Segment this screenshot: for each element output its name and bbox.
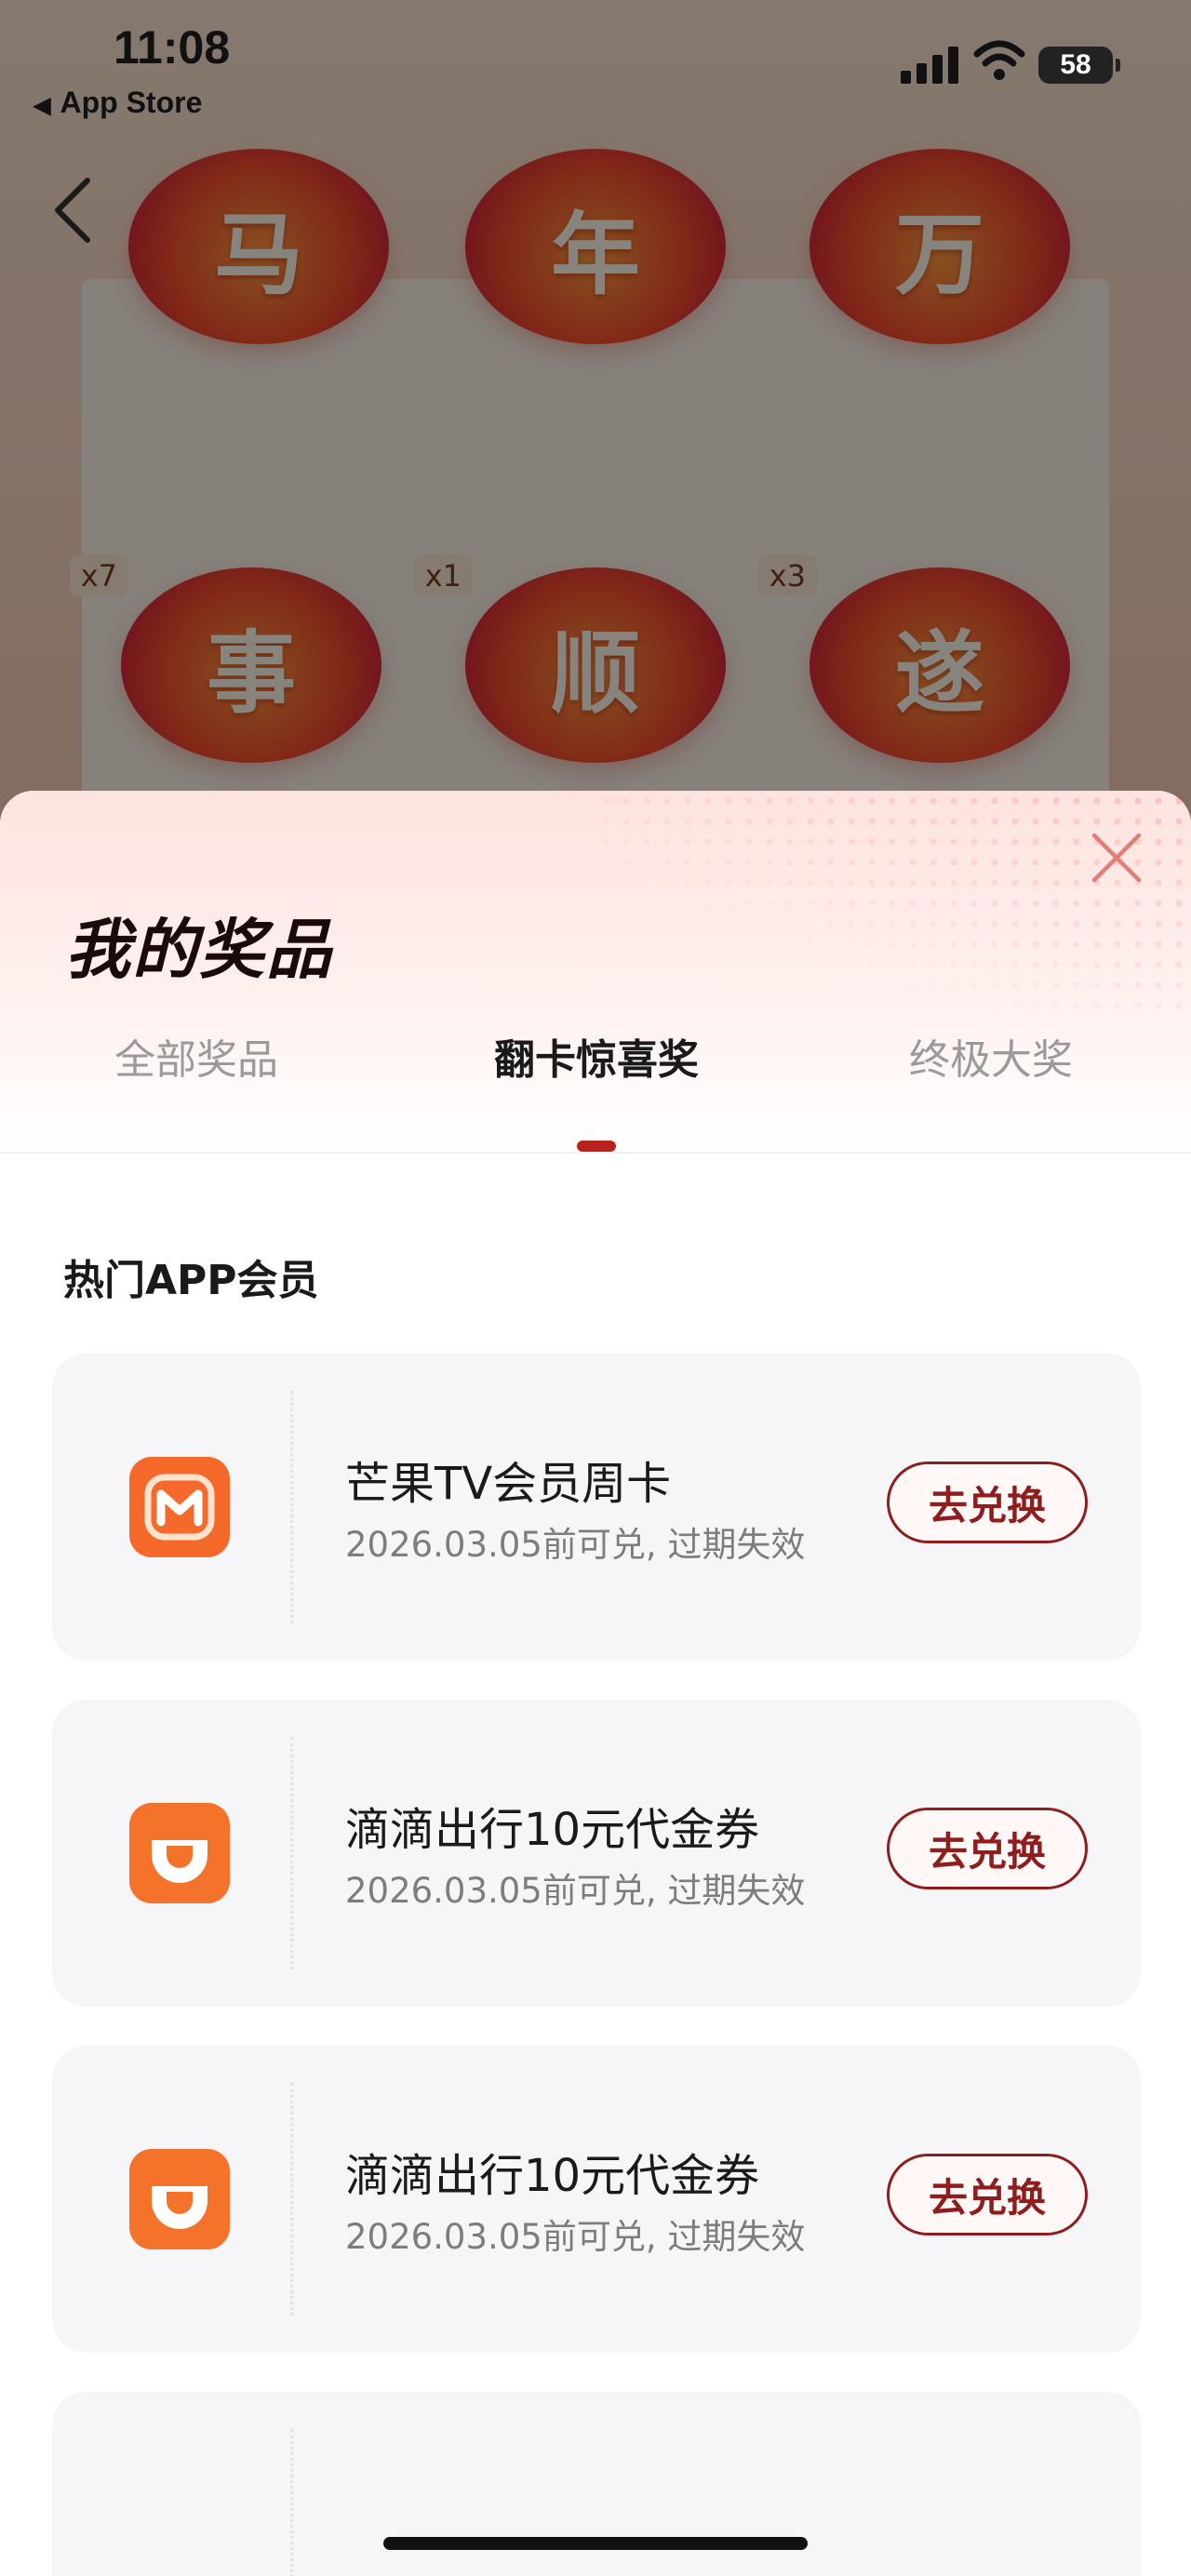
- didi-icon: [129, 1803, 230, 1903]
- prize-expiry: 2026.03.05前可兑, 过期失效: [345, 2217, 806, 2257]
- status-time: 11:08: [114, 21, 231, 73]
- prize-name: 滴滴出行10元代金券: [345, 1804, 760, 1856]
- redeem-button[interactable]: 去兑换: [887, 1808, 1088, 1889]
- prize-name: 滴滴出行10元代金券: [345, 2150, 760, 2202]
- active-tab-indicator: [577, 1141, 616, 1152]
- prize-card: 滴滴出行10元代金券 2026.03.05前可兑, 过期失效 去兑换: [52, 2046, 1141, 2353]
- prize-card: 滴滴出行10元代金券 2026.03.05前可兑, 过期失效 去兑换: [52, 1700, 1141, 2007]
- dotted-divider: [290, 1737, 293, 1969]
- wifi-icon: [973, 40, 1025, 80]
- home-indicator[interactable]: [383, 2537, 808, 2550]
- sheet-title: 我的奖品: [65, 912, 333, 988]
- mango-tv-icon: [129, 1457, 230, 1557]
- back-app-label: App Store: [60, 86, 203, 119]
- back-to-app-link[interactable]: ◀ App Store: [33, 86, 202, 120]
- status-bar: 11:08 ◀ App Store 58: [0, 0, 1191, 140]
- tab-flip-surprise[interactable]: 翻卡惊喜奖: [443, 1009, 750, 1102]
- prize-card: 芒果TV会员周卡 2026.03.05前可兑, 过期失效 去兑换: [52, 1354, 1141, 1661]
- back-arrow-icon[interactable]: [47, 175, 102, 246]
- dotted-divider: [290, 2429, 293, 2576]
- prize-expiry: 2026.03.05前可兑, 过期失效: [345, 1871, 806, 1911]
- dotted-divider: [290, 2083, 293, 2316]
- section-title: 热门APP会员: [63, 1257, 319, 1304]
- redeem-button[interactable]: 去兑换: [887, 1462, 1088, 1543]
- decorative-dot-pattern: [596, 791, 1191, 1014]
- prize-tabs: 全部奖品 翻卡惊喜奖 终极大奖: [0, 1009, 1191, 1121]
- close-icon[interactable]: [1087, 828, 1146, 888]
- dotted-divider: [290, 1391, 293, 1623]
- prize-name: 芒果TV会员周卡: [345, 1458, 672, 1510]
- tab-grand-prize[interactable]: 终极大奖: [837, 1009, 1144, 1102]
- redeem-button[interactable]: 去兑换: [887, 2154, 1088, 2236]
- tab-all-prizes[interactable]: 全部奖品: [43, 1009, 350, 1102]
- back-triangle-icon: ◀: [33, 93, 51, 118]
- didi-icon: [129, 2149, 230, 2249]
- my-prizes-sheet: 我的奖品 全部奖品 翻卡惊喜奖 终极大奖 热门APP会员 芒果TV会员周卡 20…: [0, 791, 1191, 2576]
- cellular-signal-icon: [901, 45, 958, 84]
- tab-divider: [0, 1152, 1191, 1154]
- prize-expiry: 2026.03.05前可兑, 过期失效: [345, 1525, 806, 1565]
- battery-icon: 58: [1038, 47, 1120, 84]
